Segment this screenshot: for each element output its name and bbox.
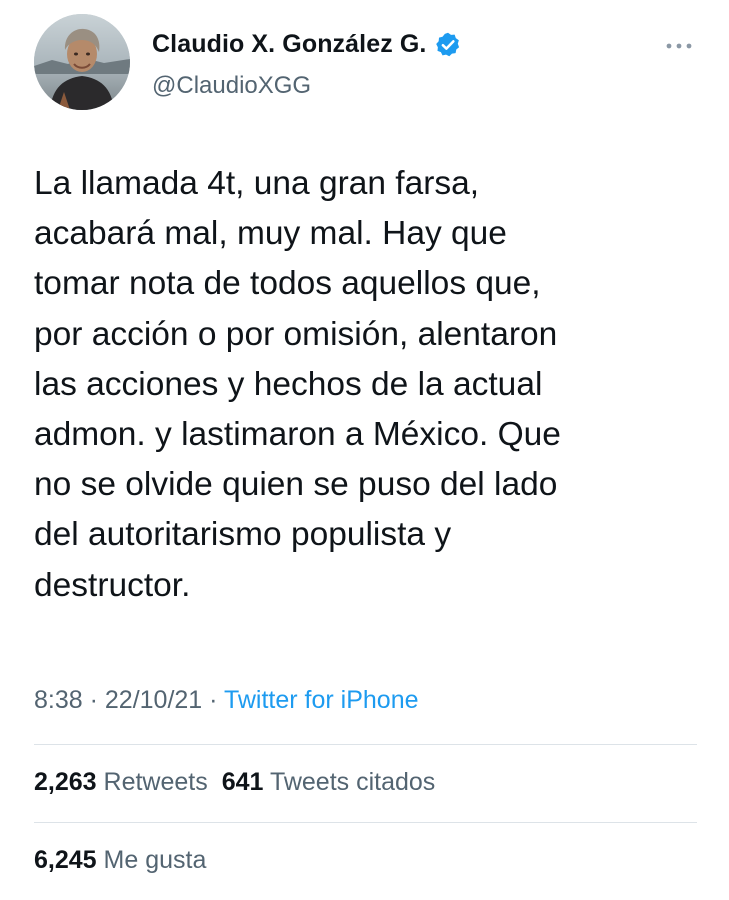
retweets-label: Retweets — [103, 768, 208, 796]
tweet-time[interactable]: 8:38 — [34, 686, 83, 714]
tweet-text: La llamada 4t, una gran farsa, acabará m… — [34, 165, 561, 604]
meta-separator: · — [82, 686, 105, 714]
user-display-name[interactable]: Claudio X. González G. — [152, 30, 462, 59]
quotes-count: 641 — [221, 768, 264, 796]
retweets-stat[interactable]: 2,263 Retweets — [34, 768, 208, 796]
tweet-date[interactable]: 22/10/21 — [105, 686, 202, 714]
likes-stat[interactable]: 6,245 Me gusta — [34, 846, 206, 874]
meta-separator: · — [202, 686, 224, 714]
retweet-quote-stats: 2,263 Retweets 641 Tweets citados — [34, 768, 449, 797]
quotes-label: Tweets citados — [269, 768, 436, 796]
more-options-icon[interactable] — [664, 36, 694, 56]
divider — [34, 744, 697, 745]
verified-badge-icon — [434, 31, 462, 59]
avatar[interactable] — [34, 14, 130, 110]
quotes-stat[interactable]: 641 Tweets citados — [222, 768, 436, 796]
tweet-header: Claudio X. González G. @ClaudioXGG — [0, 0, 729, 130]
likes-label: Me gusta — [103, 846, 207, 874]
retweets-count: 2,263 — [34, 768, 97, 796]
likes-count: 6,245 — [34, 846, 97, 874]
tweet-meta: 8:38 · 22/10/21 · Twitter for iPhone — [34, 686, 419, 715]
display-name-text: Claudio X. González G. — [152, 30, 427, 58]
user-handle[interactable]: @ClaudioXGG — [152, 72, 311, 100]
divider — [34, 822, 697, 823]
profile-photo-icon — [34, 14, 130, 110]
likes-stats: 6,245 Me gusta — [34, 846, 220, 875]
tweet-source-link[interactable]: Twitter for iPhone — [224, 686, 419, 714]
